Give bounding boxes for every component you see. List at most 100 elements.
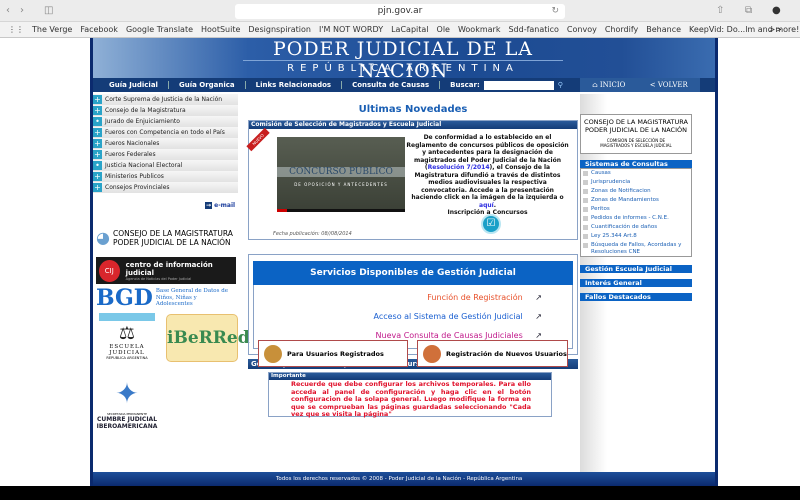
consejo-logo[interactable]: ◕ CONSEJO DE LA MAGISTRATURA PODER JUDICI… bbox=[96, 224, 236, 251]
home-icon: ⌂ bbox=[592, 81, 598, 89]
concurso-video[interactable]: CONCURSO PÚBLICO DE OPOSICIÓN Y ANTECEDE… bbox=[277, 137, 405, 212]
back-icon[interactable]: ‹ bbox=[6, 4, 10, 18]
consulta-label: Jurisprudencia bbox=[591, 179, 631, 185]
sidebar-icon[interactable]: ◫ bbox=[44, 4, 53, 18]
novedades-box: Comisión de Selección de Magistrados y E… bbox=[246, 120, 578, 240]
section-fallos[interactable]: Fallos Destacados bbox=[580, 293, 692, 301]
header-banner: PODER JUDICIAL DE LA NACION REPÚBLICA AR… bbox=[93, 38, 715, 82]
nav-guia-judicial[interactable]: Guía Judicial bbox=[99, 81, 169, 89]
arrow-bullet-icon bbox=[583, 234, 588, 239]
left-menu-item[interactable]: + Corte Suprema de Justicia de la Nación bbox=[93, 94, 238, 105]
grid-icon[interactable]: ⋮⋮ bbox=[8, 25, 24, 34]
escuela-sub: REPUBLICA ARGENTINA bbox=[106, 356, 148, 360]
nuevos-usuarios-button[interactable]: Registración de Nuevos Usuarios bbox=[417, 340, 568, 367]
left-menu-item[interactable]: • Jurado de Enjuiciamiento bbox=[93, 116, 238, 127]
address-bar[interactable]: pjn.gov.ar ↻ bbox=[235, 4, 565, 19]
volver-button[interactable]: < VOLVER bbox=[650, 81, 688, 89]
bgd-logo[interactable]: BGD Base General de Datos de Niños, Niña… bbox=[96, 285, 236, 311]
scales-icon: ⚖ bbox=[118, 323, 136, 344]
bookmark[interactable]: Convoy bbox=[567, 25, 597, 34]
left-menu-item[interactable]: + Consejo de la Magistratura bbox=[93, 105, 238, 116]
consulta-label: Pedidos de informes - C.N.E. bbox=[591, 215, 669, 221]
left-menu-item[interactable]: + Consejos Provinciales bbox=[93, 182, 238, 193]
left-menu-item[interactable]: • Justicia Nacional Electoral bbox=[93, 160, 238, 171]
forward-icon[interactable]: › bbox=[20, 4, 24, 18]
resolucion-link[interactable]: Resolución 7/2014 bbox=[428, 164, 490, 171]
nav-consulta-causas[interactable]: Consulta de Causas bbox=[342, 81, 441, 89]
consulta-label: Peritos bbox=[591, 206, 610, 212]
comision-logo[interactable]: CONSEJO DE LA MAGISTRATURA PODER JUDICIA… bbox=[580, 114, 692, 154]
bookmark[interactable]: LaCapital bbox=[391, 25, 428, 34]
share-icon[interactable]: ⇧ bbox=[716, 4, 724, 18]
arrow-bullet-icon bbox=[583, 225, 588, 230]
consejo-line2: PODER JUDICIAL DE LA NACIÓN bbox=[112, 237, 231, 247]
download-icon[interactable]: ● bbox=[772, 4, 781, 18]
bookmark[interactable]: Ole bbox=[437, 25, 450, 34]
servicio-link[interactable]: Acceso al Sistema de Gestión Judicial ↗ bbox=[254, 307, 542, 326]
bookmark[interactable]: Wookmark bbox=[458, 25, 500, 34]
cij-icon: CIJ bbox=[99, 259, 120, 282]
email-link[interactable]: → e-mail bbox=[205, 202, 235, 209]
aqui-link[interactable]: aquí bbox=[479, 202, 494, 209]
arrow-bullet-icon bbox=[583, 198, 588, 203]
left-menu-item[interactable]: + Fueros Nacionales bbox=[93, 138, 238, 149]
consulta-link[interactable]: Peritos bbox=[581, 205, 691, 214]
consulta-link[interactable]: Jurisprudencia bbox=[581, 178, 691, 187]
comision-logo-line2: PODER JUDICIAL DE LA NACIÓN bbox=[584, 126, 687, 134]
center-column: Ultimas Novedades Comisión de Selección … bbox=[246, 94, 578, 369]
bookmark[interactable]: Sdd-fanatico bbox=[508, 25, 558, 34]
search-icon[interactable]: ⚲ bbox=[558, 81, 563, 89]
left-menu-item[interactable]: + Fueros con Competencia en todo el País bbox=[93, 127, 238, 138]
consulta-link[interactable]: Cuantificación de daños bbox=[581, 223, 691, 232]
servicio-link[interactable]: Función de Registración ↗ bbox=[254, 288, 542, 307]
cumbre-emblem-icon: ✦ bbox=[115, 377, 139, 410]
email-icon: → bbox=[205, 202, 213, 209]
bookmark[interactable]: Designspiration bbox=[248, 25, 311, 34]
bookmarks-bar: ⋮⋮ The Verge Facebook Google Translate Hoot… bbox=[0, 22, 800, 38]
cij-logo[interactable]: CIJ centro de información judicial Agenci… bbox=[96, 257, 236, 284]
coat-of-arms-icon: ◕ bbox=[96, 228, 110, 247]
nav-links[interactable]: Links Relacionados bbox=[246, 81, 343, 89]
consulta-label: Zonas de Mandamientos bbox=[591, 197, 659, 203]
consulta-link[interactable]: Zonas de Mandamientos bbox=[581, 196, 691, 205]
url-text: pjn.gov.ar bbox=[377, 6, 423, 16]
bookmark[interactable]: Facebook bbox=[80, 25, 118, 34]
plus-icon: + bbox=[93, 182, 102, 192]
iberred-logo[interactable]: iBeRRed bbox=[166, 314, 250, 362]
nav-guia-organica[interactable]: Guía Organica bbox=[169, 81, 246, 89]
cumbre-logo[interactable]: ✦ SECRETARIA PERMANENTE CUMBRE JUDICIAL … bbox=[96, 376, 158, 440]
consulta-link[interactable]: Pedidos de informes - C.N.E. bbox=[581, 214, 691, 223]
checkbox-icon[interactable]: ☑ bbox=[481, 214, 501, 234]
consulta-link[interactable]: Zonas de Notificacion bbox=[581, 187, 691, 196]
bookmark[interactable]: KeepVid: Do...lm and more! bbox=[689, 25, 799, 34]
bookmark[interactable]: The Verge bbox=[32, 25, 72, 34]
inicio-button[interactable]: ⌂ INICIO bbox=[592, 81, 625, 89]
consulta-label: Zonas de Notificacion bbox=[591, 188, 651, 194]
bookmark[interactable]: Chordify bbox=[605, 25, 638, 34]
search-label: Buscar: bbox=[450, 81, 480, 89]
email-label: e-mail bbox=[214, 202, 236, 209]
section-interes-general[interactable]: Interés General bbox=[580, 279, 692, 287]
left-menu-item[interactable]: + Fueros Federales bbox=[93, 149, 238, 160]
bookmark[interactable]: I'M NOT WORDY bbox=[319, 25, 383, 34]
left-menu-item[interactable]: + Ministerios Publicos bbox=[93, 171, 238, 182]
consulta-link[interactable]: Ley 25.344 Art.8 bbox=[581, 232, 691, 241]
escuela-text: ESCUELA JUDICIAL bbox=[109, 344, 145, 356]
section-gestion-escuela[interactable]: Gestión Escuela Judicial bbox=[580, 265, 692, 273]
bookmark[interactable]: Google Translate bbox=[126, 25, 193, 34]
bookmark[interactable]: HootSuite bbox=[201, 25, 240, 34]
escuela-judicial-logo[interactable]: ⚖ ESCUELA JUDICIAL REPUBLICA ARGENTINA bbox=[96, 311, 158, 371]
consulta-link[interactable]: Búsqueda de Fallos, Acordadas y Resoluci… bbox=[581, 241, 691, 256]
external-arrow-icon: ↗ bbox=[535, 293, 542, 302]
nuevo-badge: NUEVO bbox=[246, 127, 270, 152]
search-input[interactable] bbox=[483, 80, 554, 90]
nav-bar: Guía Judicial Guía Organica Links Relaci… bbox=[93, 78, 715, 92]
left-menu-label: Consejos Provinciales bbox=[105, 183, 170, 191]
more-bookmarks[interactable]: >> bbox=[769, 25, 782, 34]
consulta-link[interactable]: Causas bbox=[581, 169, 691, 178]
reload-icon[interactable]: ↻ bbox=[551, 4, 559, 19]
tabs-icon[interactable]: ⧉ bbox=[745, 4, 752, 18]
bgd-mark: BGD bbox=[96, 285, 153, 311]
bookmark[interactable]: Behance bbox=[646, 25, 681, 34]
usuarios-registrados-button[interactable]: Para Usuarios Registrados bbox=[258, 340, 408, 367]
